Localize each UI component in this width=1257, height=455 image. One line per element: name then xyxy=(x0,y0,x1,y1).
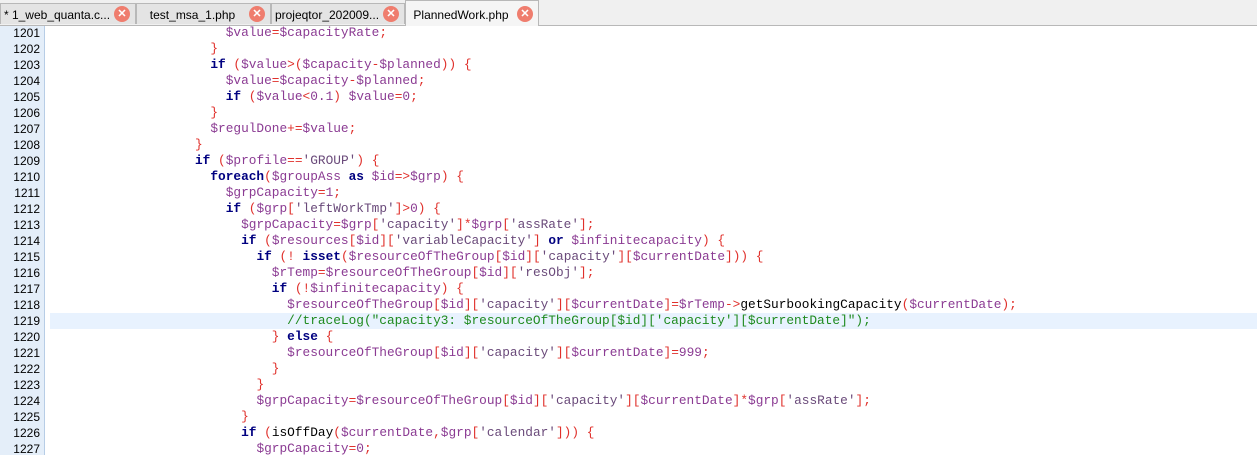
line-number: 1210 xyxy=(13,170,40,184)
code-text: foreach($groupAss as $id=>$grp) { xyxy=(210,169,464,184)
code-text: } xyxy=(256,377,265,392)
code-line: 1211 $grpCapacity=1; xyxy=(0,185,1257,201)
code-text: } xyxy=(210,105,219,120)
code-text: if ($grp['leftWorkTmp']>0) { xyxy=(225,201,441,216)
code-line: 1216 $rTemp=$resourceOfTheGroup[$id]['re… xyxy=(0,265,1257,281)
code-line: 1212 if ($grp['leftWorkTmp']>0) { xyxy=(0,201,1257,217)
code-text: $grpCapacity=$grp['capacity']*$grp['assR… xyxy=(241,217,595,232)
code-text: if (! isset($resourceOfTheGroup[$id]['ca… xyxy=(256,249,764,264)
code-line: 1205 if ($value<0.1) $value=0; xyxy=(0,89,1257,105)
code-text: } xyxy=(195,137,203,152)
line-number: 1225 xyxy=(13,410,40,424)
tab-label: test_msa_1.php xyxy=(149,8,236,22)
code-line: 1215 if (! isset($resourceOfTheGroup[$id… xyxy=(0,249,1257,265)
code-line: 1227 $grpCapacity=0; xyxy=(0,441,1257,455)
code-line: 1220 } else { xyxy=(0,329,1257,345)
close-tab-icon[interactable]: ✕ xyxy=(114,6,130,22)
code-line: 1221 $resourceOfTheGroup[$id]['capacity'… xyxy=(0,345,1257,361)
tab-test-msa-1[interactable]: test_msa_1.php ✕ xyxy=(136,3,271,24)
code-line: 1223 } xyxy=(0,377,1257,393)
line-number: 1202 xyxy=(13,42,40,56)
line-number: 1220 xyxy=(13,330,40,344)
code-text: } xyxy=(271,361,280,376)
code-line: 1202 } xyxy=(0,41,1257,57)
code-text: } xyxy=(241,409,249,424)
code-text: } else { xyxy=(271,329,334,344)
code-line: 1206 } xyxy=(0,105,1257,121)
line-number: 1214 xyxy=(13,234,40,248)
line-number: 1224 xyxy=(13,394,40,408)
line-number: 1219 xyxy=(13,314,40,328)
code-line: 1207 $regulDone+=$value; xyxy=(0,121,1257,137)
code-text: $grpCapacity=1; xyxy=(225,185,341,200)
line-number: 1201 xyxy=(13,26,40,40)
tab-1-web-quanta[interactable]: * 1_web_quanta.c... ✕ xyxy=(0,3,136,24)
line-number: 1217 xyxy=(13,282,40,296)
code-text: if ($resources[$id]['variableCapacity'] … xyxy=(241,233,725,248)
code-line: 1208} xyxy=(0,137,1257,153)
code-text: } xyxy=(210,41,219,56)
tab-label: projeqtor_202009... xyxy=(274,8,380,22)
close-tab-icon[interactable]: ✕ xyxy=(517,6,533,22)
line-number: 1215 xyxy=(13,250,40,264)
code-line: 1224 $grpCapacity=$resourceOfTheGroup[$i… xyxy=(0,393,1257,409)
line-number: 1223 xyxy=(13,378,40,392)
line-number: 1212 xyxy=(13,202,40,216)
line-number: 1209 xyxy=(13,154,40,168)
code-line: 1218 $resourceOfTheGroup[$id]['capacity'… xyxy=(0,297,1257,313)
line-number: 1206 xyxy=(13,106,40,120)
line-number: 1213 xyxy=(13,218,40,232)
tab-projeqtor[interactable]: projeqtor_202009... ✕ xyxy=(271,3,405,24)
line-number: 1205 xyxy=(13,90,40,104)
tab-label: PlannedWork.php xyxy=(413,8,509,22)
code-text: $value=$capacity-$planned; xyxy=(225,73,426,88)
code-text: if ($value>($capacity-$planned)) { xyxy=(210,57,472,72)
line-number: 1218 xyxy=(13,298,40,312)
code-text: $regulDone+=$value; xyxy=(210,121,357,136)
code-line: 1201 $value=$capacityRate; xyxy=(0,26,1257,41)
code-line: 1204 $value=$capacity-$planned; xyxy=(0,73,1257,89)
code-text: if (isOffDay($currentDate,$grp['calendar… xyxy=(241,425,595,440)
code-line: 1225 } xyxy=(0,409,1257,425)
line-number: 1211 xyxy=(14,186,40,200)
code-line: 1217 if (!$infinitecapacity) { xyxy=(0,281,1257,297)
line-number: 1227 xyxy=(13,442,40,455)
code-text: $value=$capacityRate; xyxy=(225,26,388,40)
code-text: if ($profile=='GROUP') { xyxy=(195,153,380,168)
line-number: 1208 xyxy=(13,138,40,152)
tab-planned-work[interactable]: PlannedWork.php ✕ xyxy=(405,0,539,26)
code-line: 1210 foreach($groupAss as $id=>$grp) { xyxy=(0,169,1257,185)
code-line: 1203 if ($value>($capacity-$planned)) { xyxy=(0,57,1257,73)
close-tab-icon[interactable]: ✕ xyxy=(249,6,265,22)
line-number: 1203 xyxy=(13,58,40,72)
code-text: $rTemp=$resourceOfTheGroup[$id]['resObj'… xyxy=(271,265,595,280)
tab-label: * 1_web_quanta.c... xyxy=(3,8,111,22)
line-number: 1216 xyxy=(13,266,40,280)
code-text: $grpCapacity=$resourceOfTheGroup[$id]['c… xyxy=(256,393,871,408)
code-text: //traceLog("capacity3: $resourceOfTheGro… xyxy=(50,313,1257,329)
code-line: 1219 //traceLog("capacity3: $resourceOfT… xyxy=(0,313,1257,329)
code-line: 1214 if ($resources[$id]['variableCapaci… xyxy=(0,233,1257,249)
tab-bar: * 1_web_quanta.c... ✕ test_msa_1.php ✕ pro… xyxy=(0,0,1257,26)
code-editor[interactable]: 1201 $value=$capacityRate; 1202 } 1203 if … xyxy=(0,26,1257,455)
line-number: 1204 xyxy=(13,74,40,88)
code-line: 1226 if (isOffDay($currentDate,$grp['cal… xyxy=(0,425,1257,441)
line-number: 1207 xyxy=(13,122,40,136)
code-text: $resourceOfTheGroup[$id]['capacity'][$cu… xyxy=(287,345,710,360)
code-line: 1209 if ($profile=='GROUP') { xyxy=(0,153,1257,169)
code-text: $grpCapacity=0; xyxy=(256,441,372,455)
code-text: if (!$infinitecapacity) { xyxy=(271,281,464,296)
code-text: if ($value<0.1) $value=0; xyxy=(225,89,418,104)
line-number: 1226 xyxy=(13,426,40,440)
code-line: 1213 $grpCapacity=$grp['capacity']*$grp[… xyxy=(0,217,1257,233)
code-line: 1222 } xyxy=(0,361,1257,377)
close-tab-icon[interactable]: ✕ xyxy=(383,6,399,22)
line-number: 1221 xyxy=(13,346,40,360)
line-number: 1222 xyxy=(13,362,40,376)
code-text: $resourceOfTheGroup[$id]['capacity'][$cu… xyxy=(287,297,1017,312)
